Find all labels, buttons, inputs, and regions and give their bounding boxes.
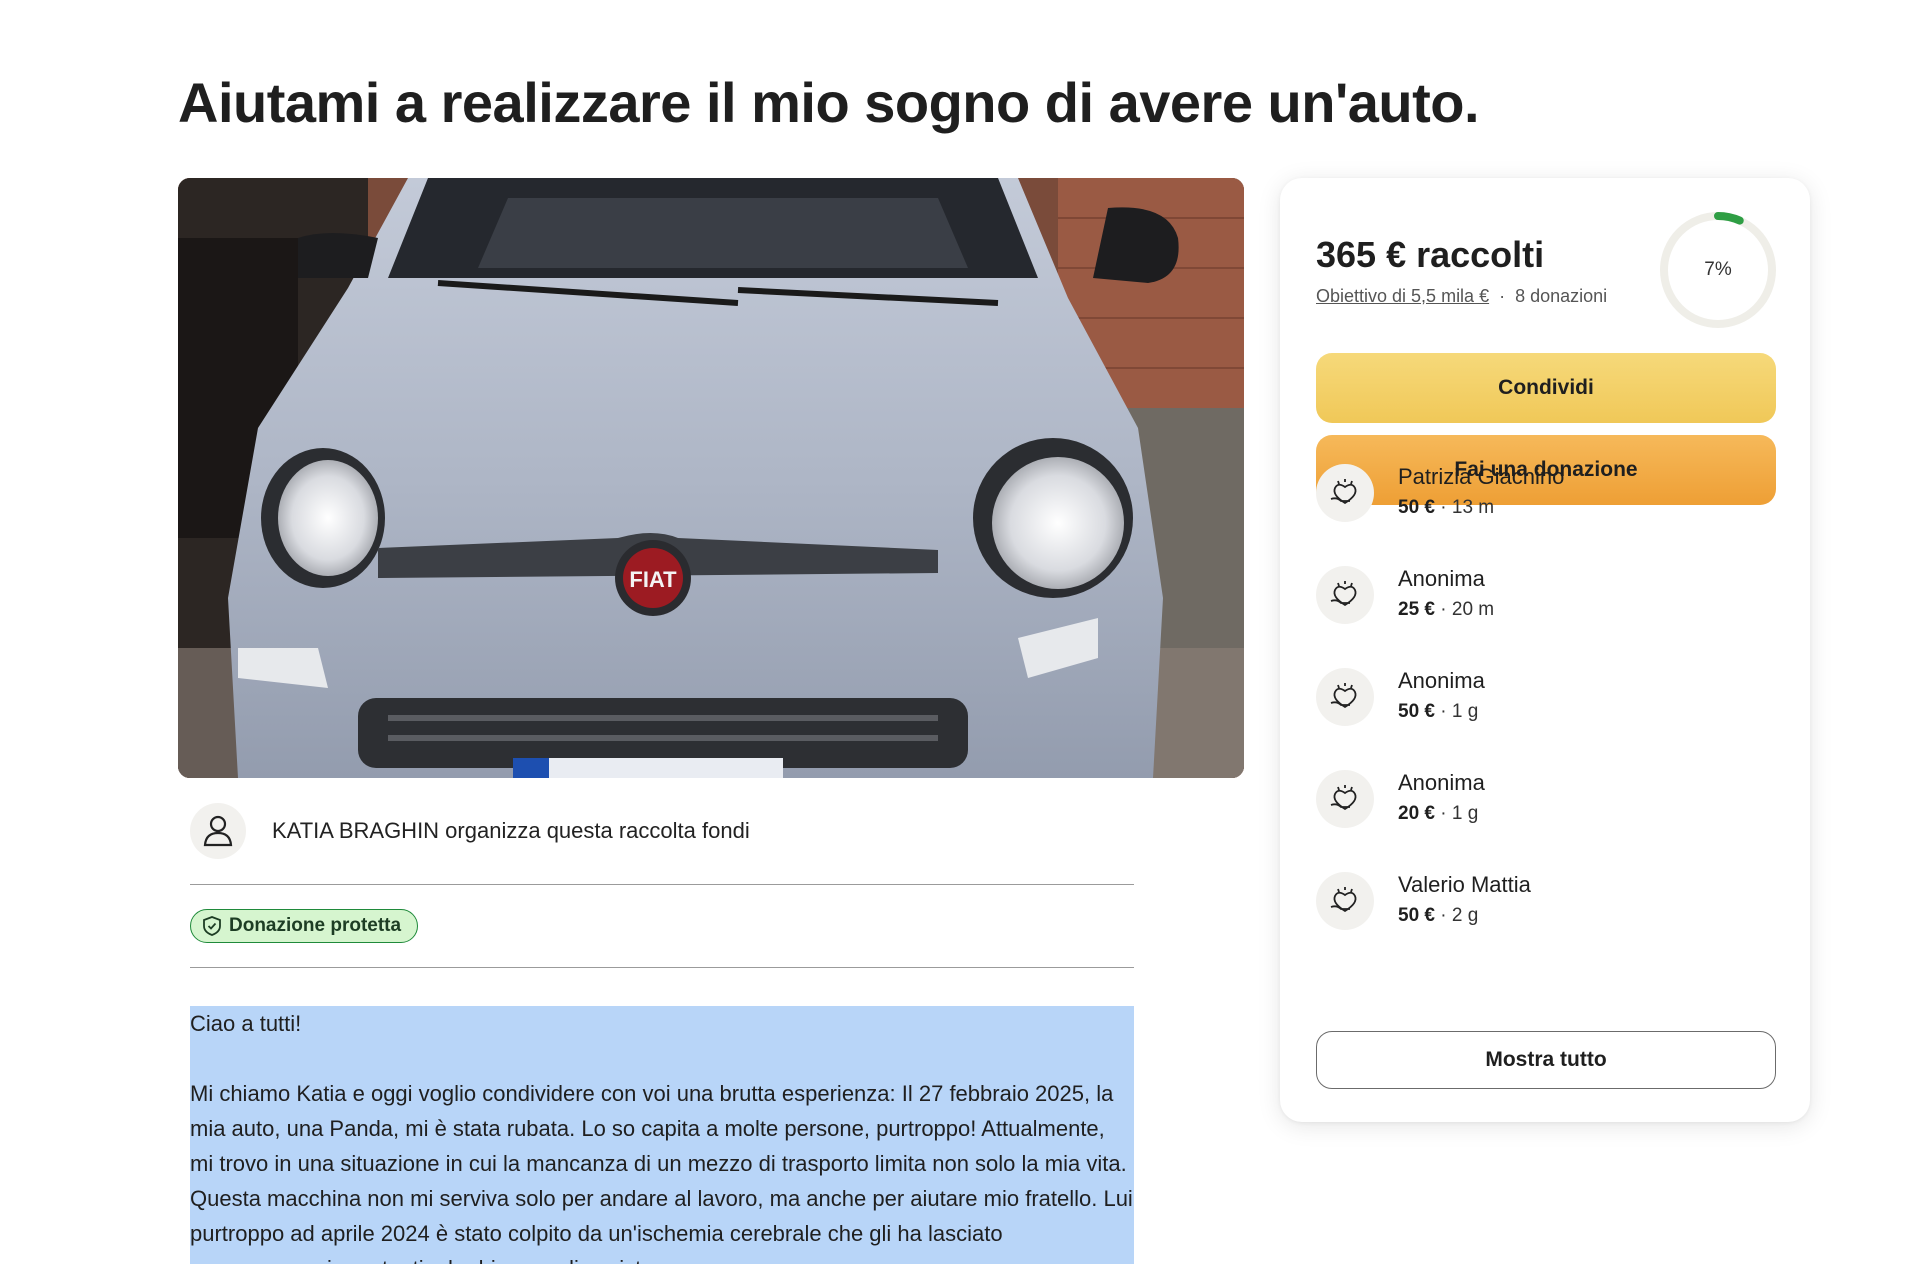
- campaign-meta: Obiettivo di 5,5 mila € · 8 donazioni: [1316, 286, 1607, 307]
- divider: [190, 884, 1134, 885]
- story-paragraph: Mi chiamo Katia e oggi voglio condivider…: [190, 1081, 1133, 1264]
- donor-name: Anonima: [1398, 770, 1485, 795]
- donor-time: · 13 m: [1440, 497, 1495, 518]
- donor-name: Valerio Mattia: [1398, 872, 1531, 897]
- donor-amount-time: 25 € · 20 m: [1398, 599, 1494, 621]
- divider: [190, 967, 1134, 968]
- donations-count: 8 donazioni: [1515, 286, 1608, 306]
- donation-heart-icon: [1316, 566, 1374, 624]
- donor-row: Anonima 50 € · 1 g: [1316, 668, 1776, 728]
- donation-heart-icon: [1316, 464, 1374, 522]
- donor-time: · 1 g: [1440, 803, 1479, 824]
- donation-heart-icon: [1316, 872, 1374, 930]
- story-text: Ciao a tutti! Mi chiamo Katia e oggi vog…: [190, 1006, 1134, 1264]
- donation-heart-icon: [1316, 668, 1374, 726]
- donor-name: Anonima: [1398, 668, 1485, 693]
- amount-raised: 365 € raccolti: [1316, 234, 1545, 275]
- donor-amount-time: 50 € · 13 m: [1398, 497, 1494, 519]
- progress-percent: 7%: [1704, 259, 1732, 280]
- car-logo-text: FIAT: [629, 567, 677, 592]
- donor-row: Valerio Mattia 50 € · 2 g: [1316, 872, 1776, 932]
- badge-label: Donazione protetta: [229, 915, 402, 936]
- shield-icon: [203, 916, 221, 936]
- donation-card: 365 € raccolti Obiettivo di 5,5 mila € · 8…: [1280, 178, 1810, 1122]
- donor-time: · 1 g: [1440, 701, 1479, 722]
- donor-amount: 50 €: [1398, 905, 1435, 926]
- donor-amount: 25 €: [1398, 599, 1435, 620]
- protected-donation-badge[interactable]: Donazione protetta: [190, 909, 419, 943]
- organizer: KATIA BRAGHIN organizza questa raccolta …: [190, 803, 750, 859]
- campaign-image[interactable]: FIAT: [178, 178, 1244, 778]
- donor-row: Anonima 20 € · 1 g: [1316, 770, 1776, 830]
- goal-link[interactable]: Obiettivo di 5,5 mila €: [1316, 286, 1489, 306]
- donor-amount: 50 €: [1398, 497, 1435, 518]
- meta-separator: ·: [1499, 286, 1506, 306]
- donor-amount-time: 50 € · 2 g: [1398, 905, 1478, 927]
- page-title: Aiutami a realizzare il mio sogno di ave…: [178, 71, 1480, 134]
- show-all-button[interactable]: Mostra tutto: [1316, 1031, 1776, 1089]
- donor-name: Anonima: [1398, 566, 1485, 591]
- share-button[interactable]: Condividi: [1316, 353, 1776, 423]
- car-photo: FIAT: [178, 178, 1244, 778]
- organizer-text: KATIA BRAGHIN organizza questa raccolta …: [272, 818, 750, 843]
- story-paragraph: Ciao a tutti!: [190, 1011, 302, 1036]
- donor-name: Patrizia Giachino: [1398, 464, 1565, 489]
- donor-amount: 50 €: [1398, 701, 1435, 722]
- donor-amount-time: 20 € · 1 g: [1398, 803, 1478, 825]
- donor-time: · 2 g: [1440, 905, 1479, 926]
- donor-amount: 20 €: [1398, 803, 1435, 824]
- donor-amount-time: 50 € · 1 g: [1398, 701, 1478, 723]
- avatar: [190, 803, 246, 859]
- donor-time: · 20 m: [1440, 599, 1495, 620]
- donation-heart-icon: [1316, 770, 1374, 828]
- donor-row: Patrizia Giachino 50 € · 13 m: [1316, 464, 1776, 524]
- donor-row: Anonima 25 € · 20 m: [1316, 566, 1776, 626]
- user-icon: [203, 815, 233, 847]
